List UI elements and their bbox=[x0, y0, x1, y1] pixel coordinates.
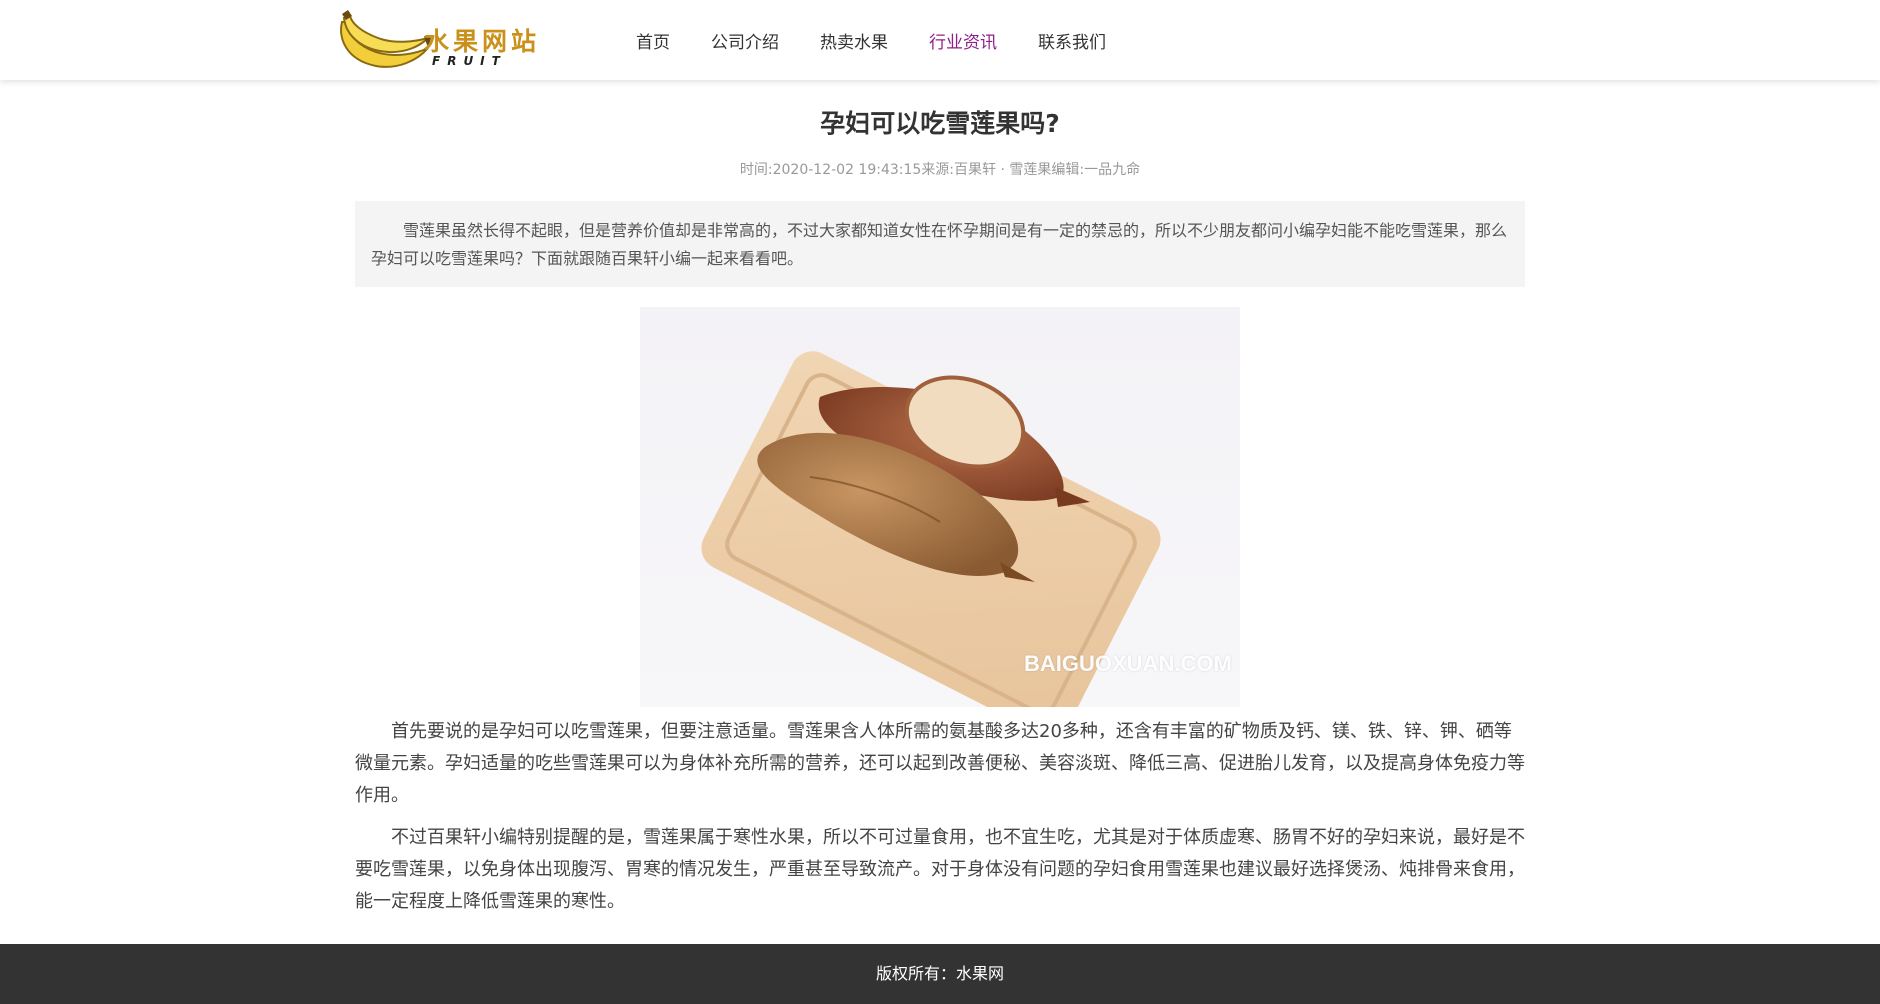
main-nav: 首页 公司介绍 热卖水果 行业资讯 联系我们 bbox=[636, 0, 1147, 80]
meta-source-label: 来源: bbox=[921, 162, 955, 178]
article-image: BAIGUOXUAN.COM bbox=[640, 307, 1240, 707]
meta-editor: 一品九命 bbox=[1084, 162, 1141, 178]
article-paragraph: 不过百果轩小编特别提醒的是，雪莲果属于寒性水果，所以不可过量食用，也不宜生吃，尤… bbox=[355, 827, 1525, 912]
nav-company[interactable]: 公司介绍 bbox=[711, 28, 779, 53]
meta-source: 百果轩 · 雪莲果 bbox=[954, 162, 1052, 178]
nav-industry-news[interactable]: 行业资讯 bbox=[929, 28, 997, 53]
banana-icon bbox=[340, 10, 432, 68]
nav-home[interactable]: 首页 bbox=[636, 28, 670, 53]
meta-time-label: 时间: bbox=[739, 162, 773, 178]
site-logo[interactable]: 水果网站 FRUIT bbox=[336, 8, 546, 72]
meta-editor-label: 编辑: bbox=[1051, 162, 1085, 178]
article-title: 孕妇可以吃雪莲果吗? bbox=[820, 109, 1060, 138]
article-summary: 雪莲果虽然长得不起眼，但是营养价值却是非常高的，不过大家都知道女性在怀孕期间是有… bbox=[355, 201, 1525, 287]
article-meta: 时间:2020-12-02 19:43:15来源:百果轩 · 雪莲果编辑:一品九… bbox=[0, 159, 1880, 179]
logo-title: 水果网站 bbox=[424, 27, 541, 56]
nav-hot-fruit[interactable]: 热卖水果 bbox=[820, 28, 888, 53]
image-watermark: BAIGUOXUAN.COM bbox=[1024, 651, 1232, 676]
yacon-photo bbox=[701, 351, 1161, 707]
copyright-text: 版权所有：水果网 bbox=[875, 964, 1004, 983]
meta-time: 2020-12-02 19:43:15 bbox=[772, 162, 922, 178]
article-paragraph: 首先要说的是孕妇可以吃雪莲果，但要注意适量。雪莲果含人体所需的氨基酸多达20多种… bbox=[355, 721, 1525, 806]
logo-subtitle: FRUIT bbox=[432, 54, 507, 68]
site-footer: 版权所有：水果网 bbox=[0, 944, 1880, 1004]
nav-contact[interactable]: 联系我们 bbox=[1038, 28, 1106, 53]
site-header: 水果网站 FRUIT 首页 公司介绍 热卖水果 行业资讯 联系我们 bbox=[0, 0, 1880, 80]
